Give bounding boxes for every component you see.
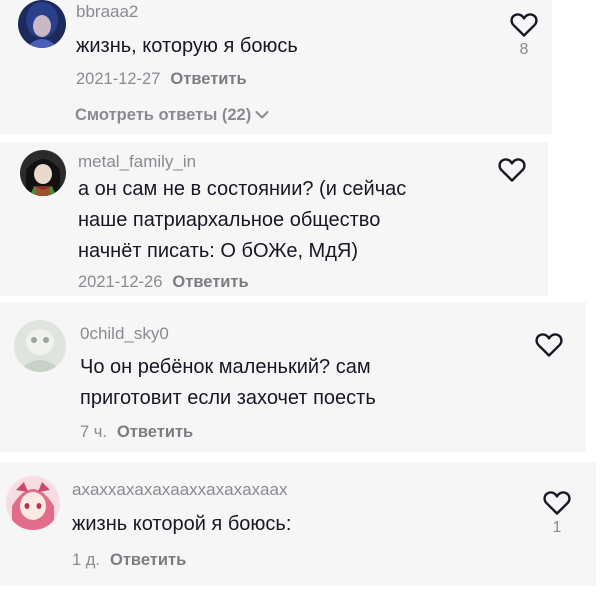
chevron-down-icon — [255, 106, 269, 125]
comment-meta: 7 ч. Ответить — [80, 423, 193, 442]
reply-button[interactable]: Ответить — [117, 423, 193, 441]
heart-outline-icon — [537, 490, 577, 516]
comment-username[interactable]: axaxxaxaxaxaaxxaxaxaxaax — [72, 480, 287, 500]
like-button[interactable] — [492, 157, 532, 186]
comment-meta: 2021-12-27 Ответить — [76, 70, 247, 89]
avatar[interactable] — [14, 320, 66, 372]
comment-text: а он сам не в состоянии? (и сейчас наше … — [78, 178, 407, 262]
like-button[interactable]: 1 — [537, 490, 577, 537]
comment-meta: 1 д. Ответить — [72, 551, 186, 570]
comment-date: 7 ч. — [80, 423, 107, 441]
like-count: 1 — [552, 519, 562, 536]
heart-outline-icon — [529, 332, 569, 358]
view-replies-button[interactable]: Смотреть ответы (22) — [75, 106, 269, 125]
avatar[interactable] — [20, 150, 66, 196]
comment-card: metal_family_in а он сам не в состоянии?… — [0, 142, 548, 296]
avatar[interactable] — [18, 0, 66, 48]
comment-date: 2021-12-27 — [76, 70, 161, 88]
like-count: 8 — [519, 41, 529, 58]
like-button[interactable] — [529, 332, 569, 361]
comment-username[interactable]: bbraaa2 — [76, 2, 138, 22]
comment-card: axaxxaxaxaxaaxxaxaxaxaax жизнь которой я… — [0, 462, 596, 586]
view-replies-label: Смотреть ответы (22) — [75, 106, 252, 124]
comment-card: bbraaa2 жизнь, которую я боюсь 2021-12-2… — [0, 0, 552, 134]
reply-button[interactable]: Ответить — [172, 273, 248, 291]
reply-button[interactable]: Ответить — [110, 551, 186, 569]
comment-username[interactable]: metal_family_in — [78, 152, 196, 172]
heart-outline-icon — [492, 157, 532, 183]
comment-text: жизнь которой я боюсь: — [72, 513, 292, 535]
comment-username[interactable]: 0child_sky0 — [80, 324, 169, 344]
reply-button[interactable]: Ответить — [170, 70, 246, 88]
comment-date: 2021-12-26 — [78, 273, 163, 291]
comment-meta: 2021-12-26 Ответить — [78, 273, 249, 292]
comment-date: 1 д. — [72, 551, 100, 569]
avatar[interactable] — [6, 476, 60, 530]
heart-outline-icon — [504, 12, 544, 38]
like-button[interactable]: 8 — [504, 12, 544, 59]
comment-text: жизнь, которую я боюсь — [76, 35, 298, 57]
comment-text: Чо он ребёнок маленький? сам приготовит … — [80, 356, 376, 409]
comment-card: 0child_sky0 Чо он ребёнок маленький? сам… — [0, 302, 586, 452]
